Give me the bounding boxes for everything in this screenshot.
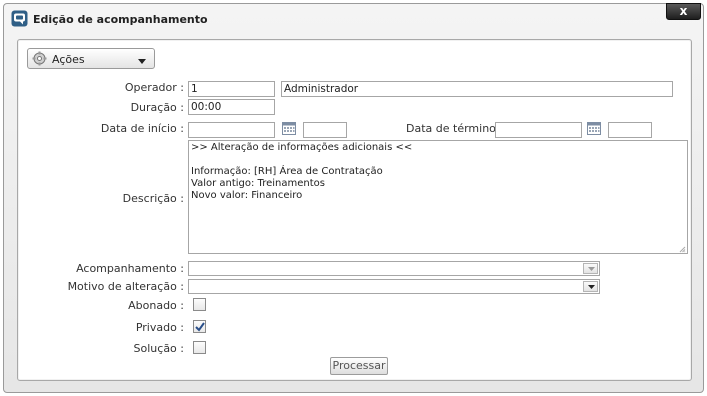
data-termino-date-input[interactable]: [495, 122, 582, 138]
chat-window-icon: [11, 10, 28, 27]
motivo-alteracao-select[interactable]: [188, 279, 600, 294]
data-termino-time-input[interactable]: [608, 122, 652, 138]
data-inicio-date-input[interactable]: [188, 122, 275, 138]
motivo-alteracao-label: Motivo de alteração :: [67, 280, 184, 293]
close-button[interactable]: x: [666, 3, 701, 20]
abonado-label: Abonado :: [128, 299, 184, 312]
descricao-textarea[interactable]: >> Alteração de informações adicionais <…: [188, 140, 688, 254]
operador-code-input[interactable]: 1: [188, 81, 275, 97]
acompanhamento-label: Acompanhamento :: [76, 262, 184, 275]
resize-grip-icon[interactable]: [679, 245, 686, 253]
acompanhamento-select[interactable]: [188, 261, 600, 276]
privado-label: Privado :: [135, 321, 184, 334]
form-panel: Ações Operador : 1 Administrador Duração…: [17, 39, 692, 381]
chevron-down-icon: [138, 55, 146, 64]
dropdown-toggle[interactable]: [583, 263, 598, 274]
actions-menu-label: Ações: [52, 53, 85, 66]
operador-name-input[interactable]: Administrador: [281, 81, 673, 97]
duracao-input[interactable]: 00:00: [188, 99, 275, 115]
actions-menu-button[interactable]: Ações: [27, 48, 155, 69]
descricao-line: Valor antigo: Treinamentos: [191, 178, 325, 189]
duracao-label: Duração :: [130, 101, 184, 114]
abonado-checkbox[interactable]: [193, 298, 206, 311]
processar-button[interactable]: Processar: [330, 357, 388, 375]
solucao-label: Solução :: [133, 342, 184, 355]
descricao-line: Novo valor: Financeiro: [191, 190, 303, 201]
dialog-titlebar: Edição de acompanhamento x: [4, 3, 703, 34]
descricao-line: [191, 154, 685, 166]
data-inicio-label: Data de início :: [100, 122, 184, 135]
gear-icon: [32, 51, 47, 66]
calendar-icon[interactable]: [282, 121, 296, 135]
operador-label: Operador :: [124, 81, 184, 94]
dropdown-toggle[interactable]: [583, 281, 598, 292]
descricao-label: Descrição :: [122, 192, 184, 205]
edit-followup-dialog: Edição de acompanhamento x Ações Operado…: [3, 3, 704, 393]
check-icon: [195, 322, 205, 332]
calendar-icon[interactable]: [587, 121, 601, 135]
data-inicio-time-input[interactable]: [303, 122, 347, 138]
privado-checkbox[interactable]: [193, 320, 206, 333]
solucao-checkbox[interactable]: [193, 341, 206, 354]
data-termino-label: Data de término :: [406, 122, 504, 135]
descricao-line: >> Alteração de informações adicionais <…: [191, 142, 413, 153]
dialog-title: Edição de acompanhamento: [33, 13, 208, 26]
descricao-line: Informação: [RH] Área de Contratação: [191, 166, 383, 177]
